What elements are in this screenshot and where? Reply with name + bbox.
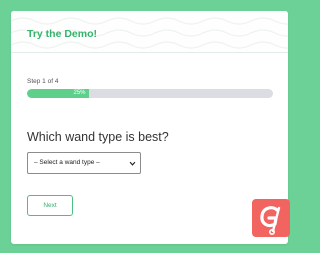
chevron-down-icon (129, 161, 136, 166)
gravity-forms-logo-icon (252, 199, 290, 237)
next-button[interactable]: Next (27, 195, 73, 216)
page: Try the Demo! Step 1 of 4 25% Which wand… (0, 0, 300, 253)
question-label: Which wand type is best? (27, 130, 169, 144)
select-value: – Select a wand type – (34, 159, 100, 166)
card-header: Try the Demo! (11, 11, 288, 53)
next-button-label: Next (43, 202, 57, 209)
wand-type-select[interactable]: – Select a wand type – (27, 152, 141, 174)
progress-bar: 25% (27, 89, 273, 98)
card-title: Try the Demo! (27, 28, 98, 40)
progress-fill: 25% (27, 89, 89, 98)
step-indicator: Step 1 of 4 (27, 78, 59, 85)
progress-percent: 25% (73, 90, 86, 96)
form-card: Try the Demo! Step 1 of 4 25% Which wand… (11, 11, 288, 244)
